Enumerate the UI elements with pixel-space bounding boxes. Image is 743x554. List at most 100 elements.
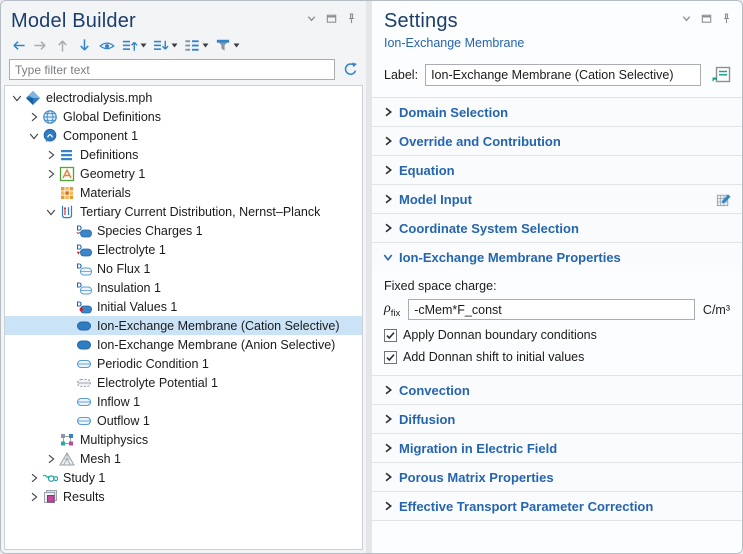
tree-item-results[interactable]: Results	[5, 487, 362, 506]
pin-icon[interactable]	[720, 12, 733, 25]
refresh-icon[interactable]	[342, 61, 359, 78]
tree-item-inflow-1[interactable]: Inflow 1	[5, 392, 362, 411]
component-icon	[42, 128, 59, 144]
study-icon	[42, 470, 59, 486]
tree-item-multiphysics[interactable]: Multiphysics	[5, 430, 362, 449]
move-up-icon[interactable]	[52, 36, 73, 55]
label-input[interactable]	[425, 64, 701, 86]
tree-item-materials[interactable]: Materials	[5, 183, 362, 202]
model-builder-panel: Model Builder electrodialysis.mphGlobal …	[1, 1, 366, 553]
tree-item-label: Component 1	[63, 129, 138, 143]
float-panel-icon[interactable]	[325, 12, 338, 25]
tree-item-study-1[interactable]: Study 1	[5, 468, 362, 487]
tree-item-label: Outflow 1	[97, 414, 150, 428]
domain-species-icon: D	[76, 223, 93, 239]
fixed-space-charge-label: Fixed space charge:	[384, 279, 730, 293]
rho-fix-symbol: ρfix	[384, 301, 400, 319]
checkbox-checked[interactable]	[384, 329, 397, 342]
pin-icon[interactable]	[345, 12, 358, 25]
section-header-convection[interactable]: Convection	[372, 376, 742, 404]
tree-item-electrolyte-1[interactable]: DElectrolyte 1	[5, 240, 362, 259]
collapse-all-icon[interactable]	[119, 36, 149, 55]
chevron-down-icon[interactable]	[680, 12, 693, 25]
chevron-collapsed-icon[interactable]	[26, 471, 42, 485]
tree-item-definitions[interactable]: Definitions	[5, 145, 362, 164]
tree-item-species-charges-1[interactable]: DSpecies Charges 1	[5, 221, 362, 240]
boundary-d-icon: D	[76, 280, 93, 296]
section-header-migration-in-electric-field[interactable]: Migration in Electric Field	[372, 434, 742, 462]
multiphysics-icon	[59, 432, 76, 448]
domain-initial-icon: D	[76, 299, 93, 315]
chevron-collapsed-icon[interactable]	[43, 452, 59, 466]
tree-item-no-flux-1[interactable]: DNo Flux 1	[5, 259, 362, 278]
section-label: Effective Transport Parameter Correction	[399, 499, 653, 514]
chevron-expanded-icon[interactable]	[9, 91, 25, 105]
tree-item-ion-exchange-membrane-cation-selective[interactable]: Ion-Exchange Membrane (Cation Selective)	[5, 316, 362, 335]
tree-item-tertiary-current-distribution-nernst-planck[interactable]: Tertiary Current Distribution, Nernst–Pl…	[5, 202, 362, 221]
edit-model-input-icon[interactable]	[715, 191, 732, 208]
forward-icon[interactable]	[30, 36, 51, 55]
tree-item-geometry-1[interactable]: Geometry 1	[5, 164, 362, 183]
chevron-collapsed-icon	[382, 106, 399, 118]
tree-item-label: electrodialysis.mph	[46, 91, 152, 105]
tree-item-label: Geometry 1	[80, 167, 145, 181]
globe-icon	[42, 109, 59, 125]
chevron-down-icon[interactable]	[305, 12, 318, 25]
tree-item-mesh-1[interactable]: Mesh 1	[5, 449, 362, 468]
fixed-space-charge-input[interactable]	[408, 299, 695, 320]
section-header-diffusion[interactable]: Diffusion	[372, 405, 742, 433]
section-header-model-input[interactable]: Model Input	[372, 185, 742, 213]
section-header-equation[interactable]: Equation	[372, 156, 742, 184]
chevron-down-icon[interactable]	[202, 43, 209, 48]
node-text-icon[interactable]	[181, 36, 211, 55]
back-icon[interactable]	[8, 36, 29, 55]
section-header-domain-selection[interactable]: Domain Selection	[372, 98, 742, 126]
section-diffusion: Diffusion	[372, 405, 742, 434]
section-header-effective-transport-parameter-correction[interactable]: Effective Transport Parameter Correction	[372, 492, 742, 520]
tree-item-component-1[interactable]: Component 1	[5, 126, 362, 145]
chevron-collapsed-icon[interactable]	[43, 167, 59, 181]
section-header-ion-exchange-membrane-properties[interactable]: Ion-Exchange Membrane Properties	[372, 243, 742, 271]
section-header-coordinate-system-selection[interactable]: Coordinate System Selection	[372, 214, 742, 242]
chevron-collapsed-icon[interactable]	[26, 490, 42, 504]
section-migration-in-electric-field: Migration in Electric Field	[372, 434, 742, 463]
section-model-input: Model Input	[372, 185, 742, 214]
boundary-pill-icon	[76, 356, 93, 372]
tree-item-label: Study 1	[63, 471, 105, 485]
chevron-expanded-icon[interactable]	[43, 205, 59, 219]
expand-all-icon[interactable]	[150, 36, 180, 55]
tree-item-global-definitions[interactable]: Global Definitions	[5, 107, 362, 126]
chevron-expanded-icon[interactable]	[26, 129, 42, 143]
move-down-icon[interactable]	[74, 36, 95, 55]
chevron-collapsed-icon[interactable]	[26, 110, 42, 124]
rename-icon[interactable]	[708, 63, 734, 87]
section-label: Migration in Electric Field	[399, 441, 557, 456]
tree-item-periodic-condition-1[interactable]: Periodic Condition 1	[5, 354, 362, 373]
tree-item-insulation-1[interactable]: D Insulation 1	[5, 278, 362, 297]
section-header-override-and-contribution[interactable]: Override and Contribution	[372, 127, 742, 155]
iem-icon	[76, 318, 93, 334]
tree-item-electrodialysis-mph[interactable]: electrodialysis.mph	[5, 88, 362, 107]
chevron-down-icon[interactable]	[140, 43, 147, 48]
iem-icon	[76, 337, 93, 353]
tree-item-label: Multiphysics	[80, 433, 148, 447]
checkbox-checked[interactable]	[384, 351, 397, 364]
tree-item-outflow-1[interactable]: Outflow 1	[5, 411, 362, 430]
show-icon[interactable]	[96, 36, 118, 55]
tree-item-label: Insulation 1	[97, 281, 161, 295]
tree-item-electrolyte-potential-1[interactable]: Electrolyte Potential 1	[5, 373, 362, 392]
filter-icon[interactable]	[212, 36, 242, 55]
chevron-down-icon[interactable]	[233, 43, 240, 48]
section-header-porous-matrix-properties[interactable]: Porous Matrix Properties	[372, 463, 742, 491]
tree-item-initial-values-1[interactable]: DInitial Values 1	[5, 297, 362, 316]
tree-item-label: No Flux 1	[97, 262, 151, 276]
tree-item-ion-exchange-membrane-anion-selective[interactable]: Ion-Exchange Membrane (Anion Selective)	[5, 335, 362, 354]
chevron-down-icon[interactable]	[171, 43, 178, 48]
section-effective-transport-parameter-correction: Effective Transport Parameter Correction	[372, 492, 742, 521]
section-equation: Equation	[372, 156, 742, 185]
filter-input[interactable]	[9, 59, 335, 80]
tree-item-label: Electrolyte 1	[97, 243, 166, 257]
section-label: Convection	[399, 383, 470, 398]
chevron-collapsed-icon[interactable]	[43, 148, 59, 162]
float-panel-icon[interactable]	[700, 12, 713, 25]
